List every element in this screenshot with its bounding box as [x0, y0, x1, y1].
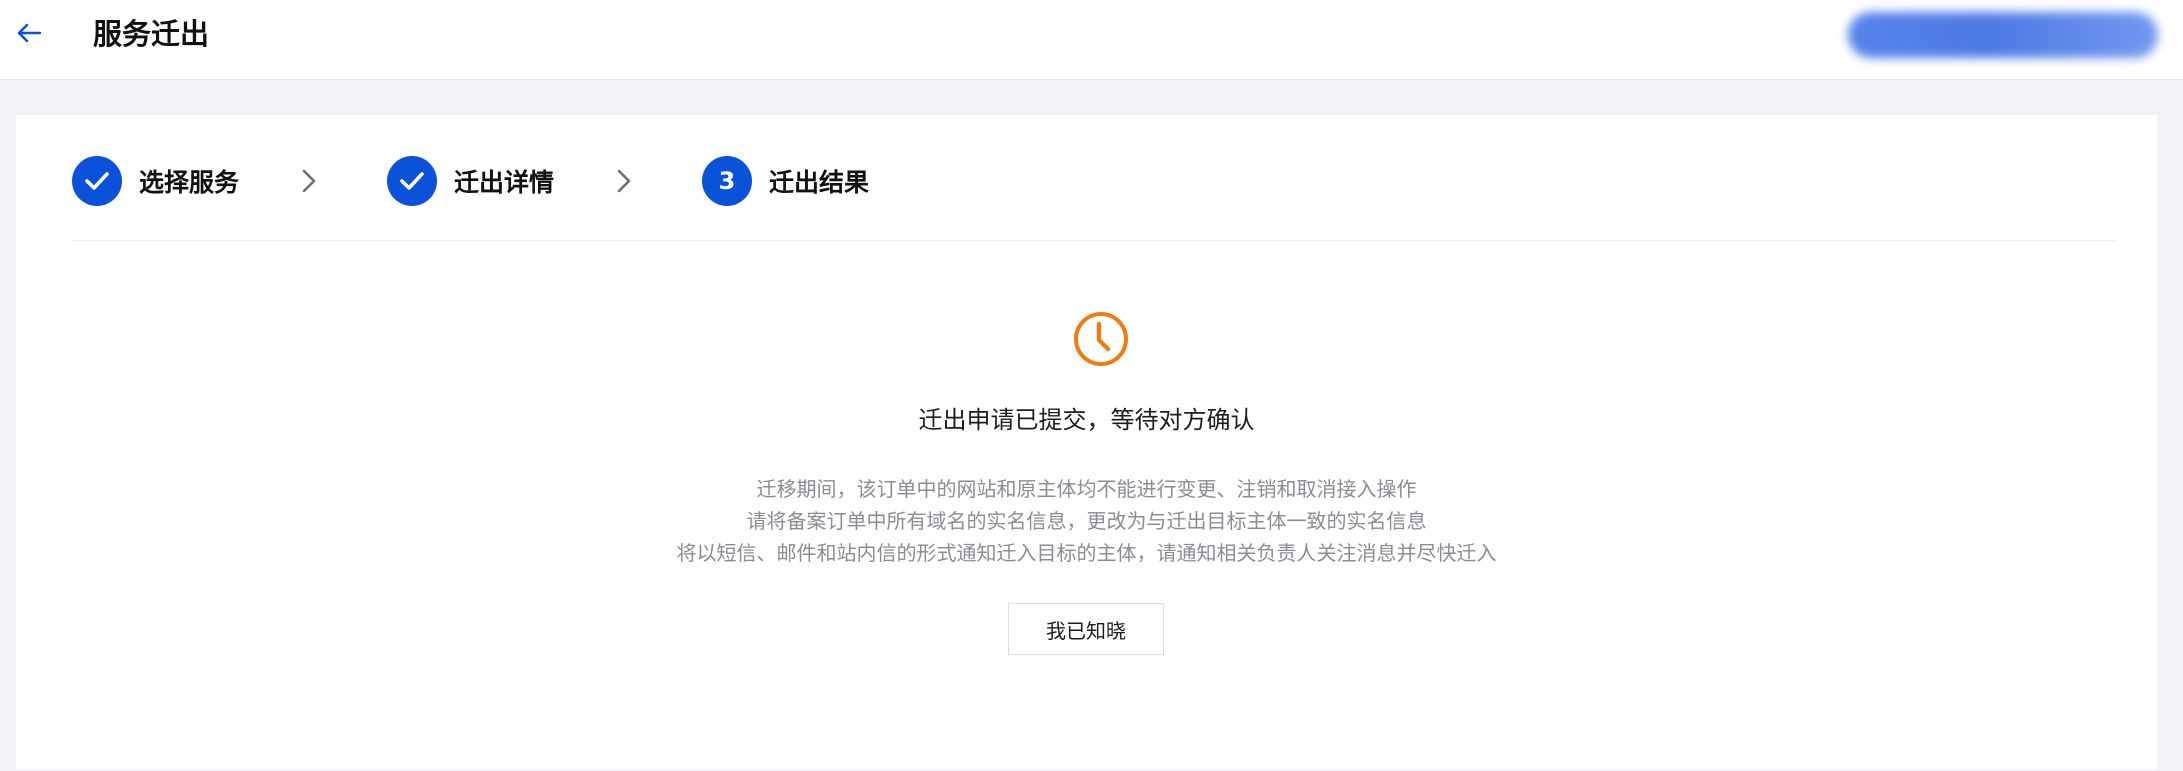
step-done-circle [72, 156, 122, 206]
step-indicator: 选择服务 迁出详情 3 迁出结果 [72, 155, 869, 207]
divider [72, 240, 2116, 241]
description-line: 请将备案订单中所有域名的实名信息，更改为与迁出目标主体一致的实名信息 [746, 509, 1427, 533]
step-migration-result: 3 迁出结果 [702, 156, 869, 206]
step-label: 选择服务 [139, 168, 240, 197]
result-title: 迁出申请已提交，等待对方确认 [918, 406, 1255, 434]
page-title: 服务迁出 [93, 17, 210, 51]
step-done-circle [387, 156, 438, 206]
description-line: 将以短信、邮件和站内信的形式通知迁入目标的主体，请通知相关负责人关注消息并尽快迁… [676, 541, 1497, 565]
back-button[interactable] [12, 16, 46, 50]
step-label: 迁出详情 [454, 168, 555, 197]
step-number-circle: 3 [702, 156, 753, 206]
acknowledge-button[interactable]: 我已知晓 [1008, 603, 1164, 655]
content-card: 选择服务 迁出详情 3 迁出结果 迁出申请已提交，等待对方确认 迁移期间，该订单… [16, 115, 2157, 769]
step-select-service: 选择服务 [72, 156, 239, 206]
result-description: 迁移期间，该订单中的网站和原主体均不能进行变更、注销和取消接入操作 请将备案订单… [16, 473, 2157, 569]
chevron-right-icon [606, 163, 642, 199]
check-icon [400, 172, 424, 190]
chevron-right-icon [291, 163, 327, 199]
check-icon [85, 172, 109, 190]
step-migration-details: 迁出详情 [387, 156, 554, 206]
description-line: 迁移期间，该订单中的网站和原主体均不能进行变更、注销和取消接入操作 [756, 477, 1417, 501]
top-header: 服务迁出 [0, 0, 2183, 80]
clock-icon [1074, 312, 1128, 366]
step-label: 迁出结果 [769, 168, 870, 197]
arrow-left-icon [17, 23, 42, 43]
account-info-blurred[interactable] [1848, 12, 2158, 58]
